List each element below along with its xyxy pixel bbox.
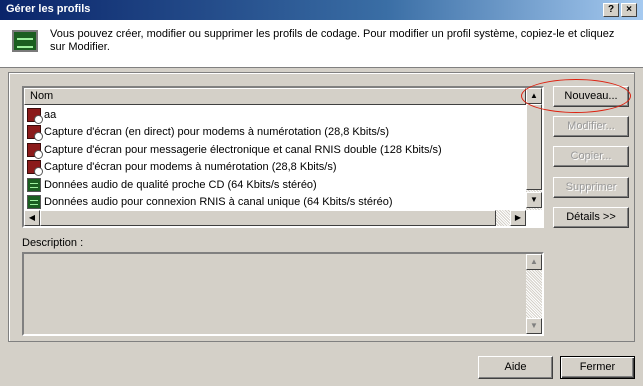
list-item-label: Capture d'écran pour messagerie électron… bbox=[44, 143, 442, 156]
video-profile-icon bbox=[27, 160, 43, 177]
horizontal-scroll-thumb[interactable] bbox=[40, 210, 496, 226]
description-label: Description : bbox=[22, 237, 84, 249]
scroll-down-icon[interactable]: ▼ bbox=[526, 318, 542, 334]
list-item[interactable]: Données audio de qualité proche CD (64 K… bbox=[24, 176, 526, 194]
edit-profile-button[interactable]: Modifier... bbox=[553, 116, 629, 137]
codec-profile-icon bbox=[12, 30, 38, 52]
list-item-label: Données audio pour connexion RNIS à cana… bbox=[44, 196, 393, 209]
header-panel: Vous pouvez créer, modifier ou supprimer… bbox=[0, 20, 643, 68]
audio-profile-icon bbox=[27, 177, 41, 192]
window-title: Gérer les profils bbox=[6, 3, 91, 15]
list-horizontal-scrollbar[interactable]: ◀ ▶ bbox=[24, 210, 526, 226]
scroll-right-icon[interactable]: ▶ bbox=[510, 210, 526, 226]
details-button[interactable]: Détails >> bbox=[553, 207, 629, 228]
list-item-label: Capture d'écran pour modems à numérotati… bbox=[44, 161, 337, 174]
list-item[interactable]: Capture d'écran pour messagerie électron… bbox=[24, 141, 526, 159]
scroll-down-icon[interactable]: ▼ bbox=[526, 192, 542, 208]
list-item[interactable]: Capture d'écran (en direct) pour modems … bbox=[24, 124, 526, 142]
close-title-button[interactable]: × bbox=[621, 3, 637, 17]
audio-profile-icon bbox=[27, 195, 41, 210]
list-item[interactable]: Capture d'écran pour modems à numérotati… bbox=[24, 159, 526, 177]
annotation-highlight bbox=[521, 79, 631, 113]
description-box: ▲ ▼ bbox=[22, 252, 544, 336]
list-item-label: Capture d'écran (en direct) pour modems … bbox=[44, 126, 390, 139]
column-header-name[interactable]: Nom bbox=[24, 88, 526, 105]
list-item-label: aa bbox=[44, 108, 57, 121]
help-title-button[interactable]: ? bbox=[603, 3, 619, 17]
profile-list[interactable]: Nom aa Capture d'écran (en direct) pour … bbox=[22, 86, 544, 228]
video-profile-icon bbox=[27, 107, 43, 124]
vertical-scroll-thumb[interactable] bbox=[526, 104, 542, 190]
title-bar: Gérer les profils ? × bbox=[0, 0, 643, 20]
video-profile-icon bbox=[27, 142, 43, 159]
header-description: Vous pouvez créer, modifier ou supprimer… bbox=[50, 28, 615, 53]
help-button[interactable]: Aide bbox=[478, 356, 553, 379]
list-item[interactable]: aa bbox=[24, 106, 526, 124]
list-item-label: Données audio de qualité proche CD (64 K… bbox=[44, 178, 317, 191]
close-button[interactable]: Fermer bbox=[560, 356, 635, 379]
video-profile-icon bbox=[27, 125, 43, 142]
scroll-up-icon[interactable]: ▲ bbox=[526, 254, 542, 270]
delete-profile-button[interactable]: Supprimer bbox=[553, 177, 629, 198]
scroll-left-icon[interactable]: ◀ bbox=[24, 210, 40, 226]
list-item[interactable]: Données audio pour connexion RNIS à cana… bbox=[24, 194, 526, 212]
copy-profile-button[interactable]: Copier... bbox=[553, 146, 629, 167]
description-scrollbar[interactable]: ▲ ▼ bbox=[526, 254, 542, 334]
